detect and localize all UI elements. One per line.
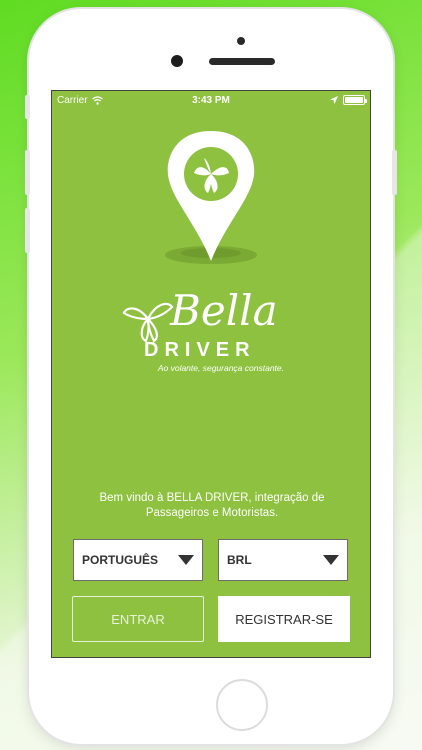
front-camera (171, 55, 183, 67)
brand-name: Bella (170, 286, 278, 335)
earpiece-speaker (209, 58, 275, 65)
language-select-value: PORTUGUÊS (82, 553, 159, 567)
brand-tagline: Ao volante, segurança constante. (157, 363, 284, 373)
mute-switch (25, 95, 30, 119)
language-select[interactable]: PORTUGUÊS (73, 539, 203, 581)
power-button (392, 150, 397, 195)
register-button[interactable]: REGISTRAR-SE (218, 596, 350, 642)
dropdown-arrow-icon (323, 555, 339, 565)
map-pin-icon (165, 131, 257, 264)
proximity-sensor (237, 37, 245, 45)
app-screen: Carrier 3:43 PM Bella DRIVER Ao volante,… (51, 90, 371, 658)
brand-logo: Bella DRIVER Ao volante, segurança const… (118, 287, 318, 379)
volume-down-button (25, 208, 30, 253)
status-time: 3:43 PM (192, 95, 230, 106)
volume-up-button (25, 150, 30, 195)
brand-subname: DRIVER (144, 339, 256, 361)
welcome-text: Bem vindo à BELLA DRIVER, integração de … (99, 492, 325, 519)
location-arrow-icon (330, 96, 338, 104)
currency-select-value: BRL (227, 553, 252, 567)
status-bar: Carrier 3:43 PM (52, 91, 370, 111)
currency-select[interactable]: BRL (218, 539, 348, 581)
flower-logo-icon (122, 302, 174, 343)
home-button[interactable] (216, 679, 268, 731)
battery-icon (343, 95, 367, 105)
dropdown-arrow-icon (178, 555, 194, 565)
login-button[interactable]: ENTRAR (72, 596, 204, 642)
